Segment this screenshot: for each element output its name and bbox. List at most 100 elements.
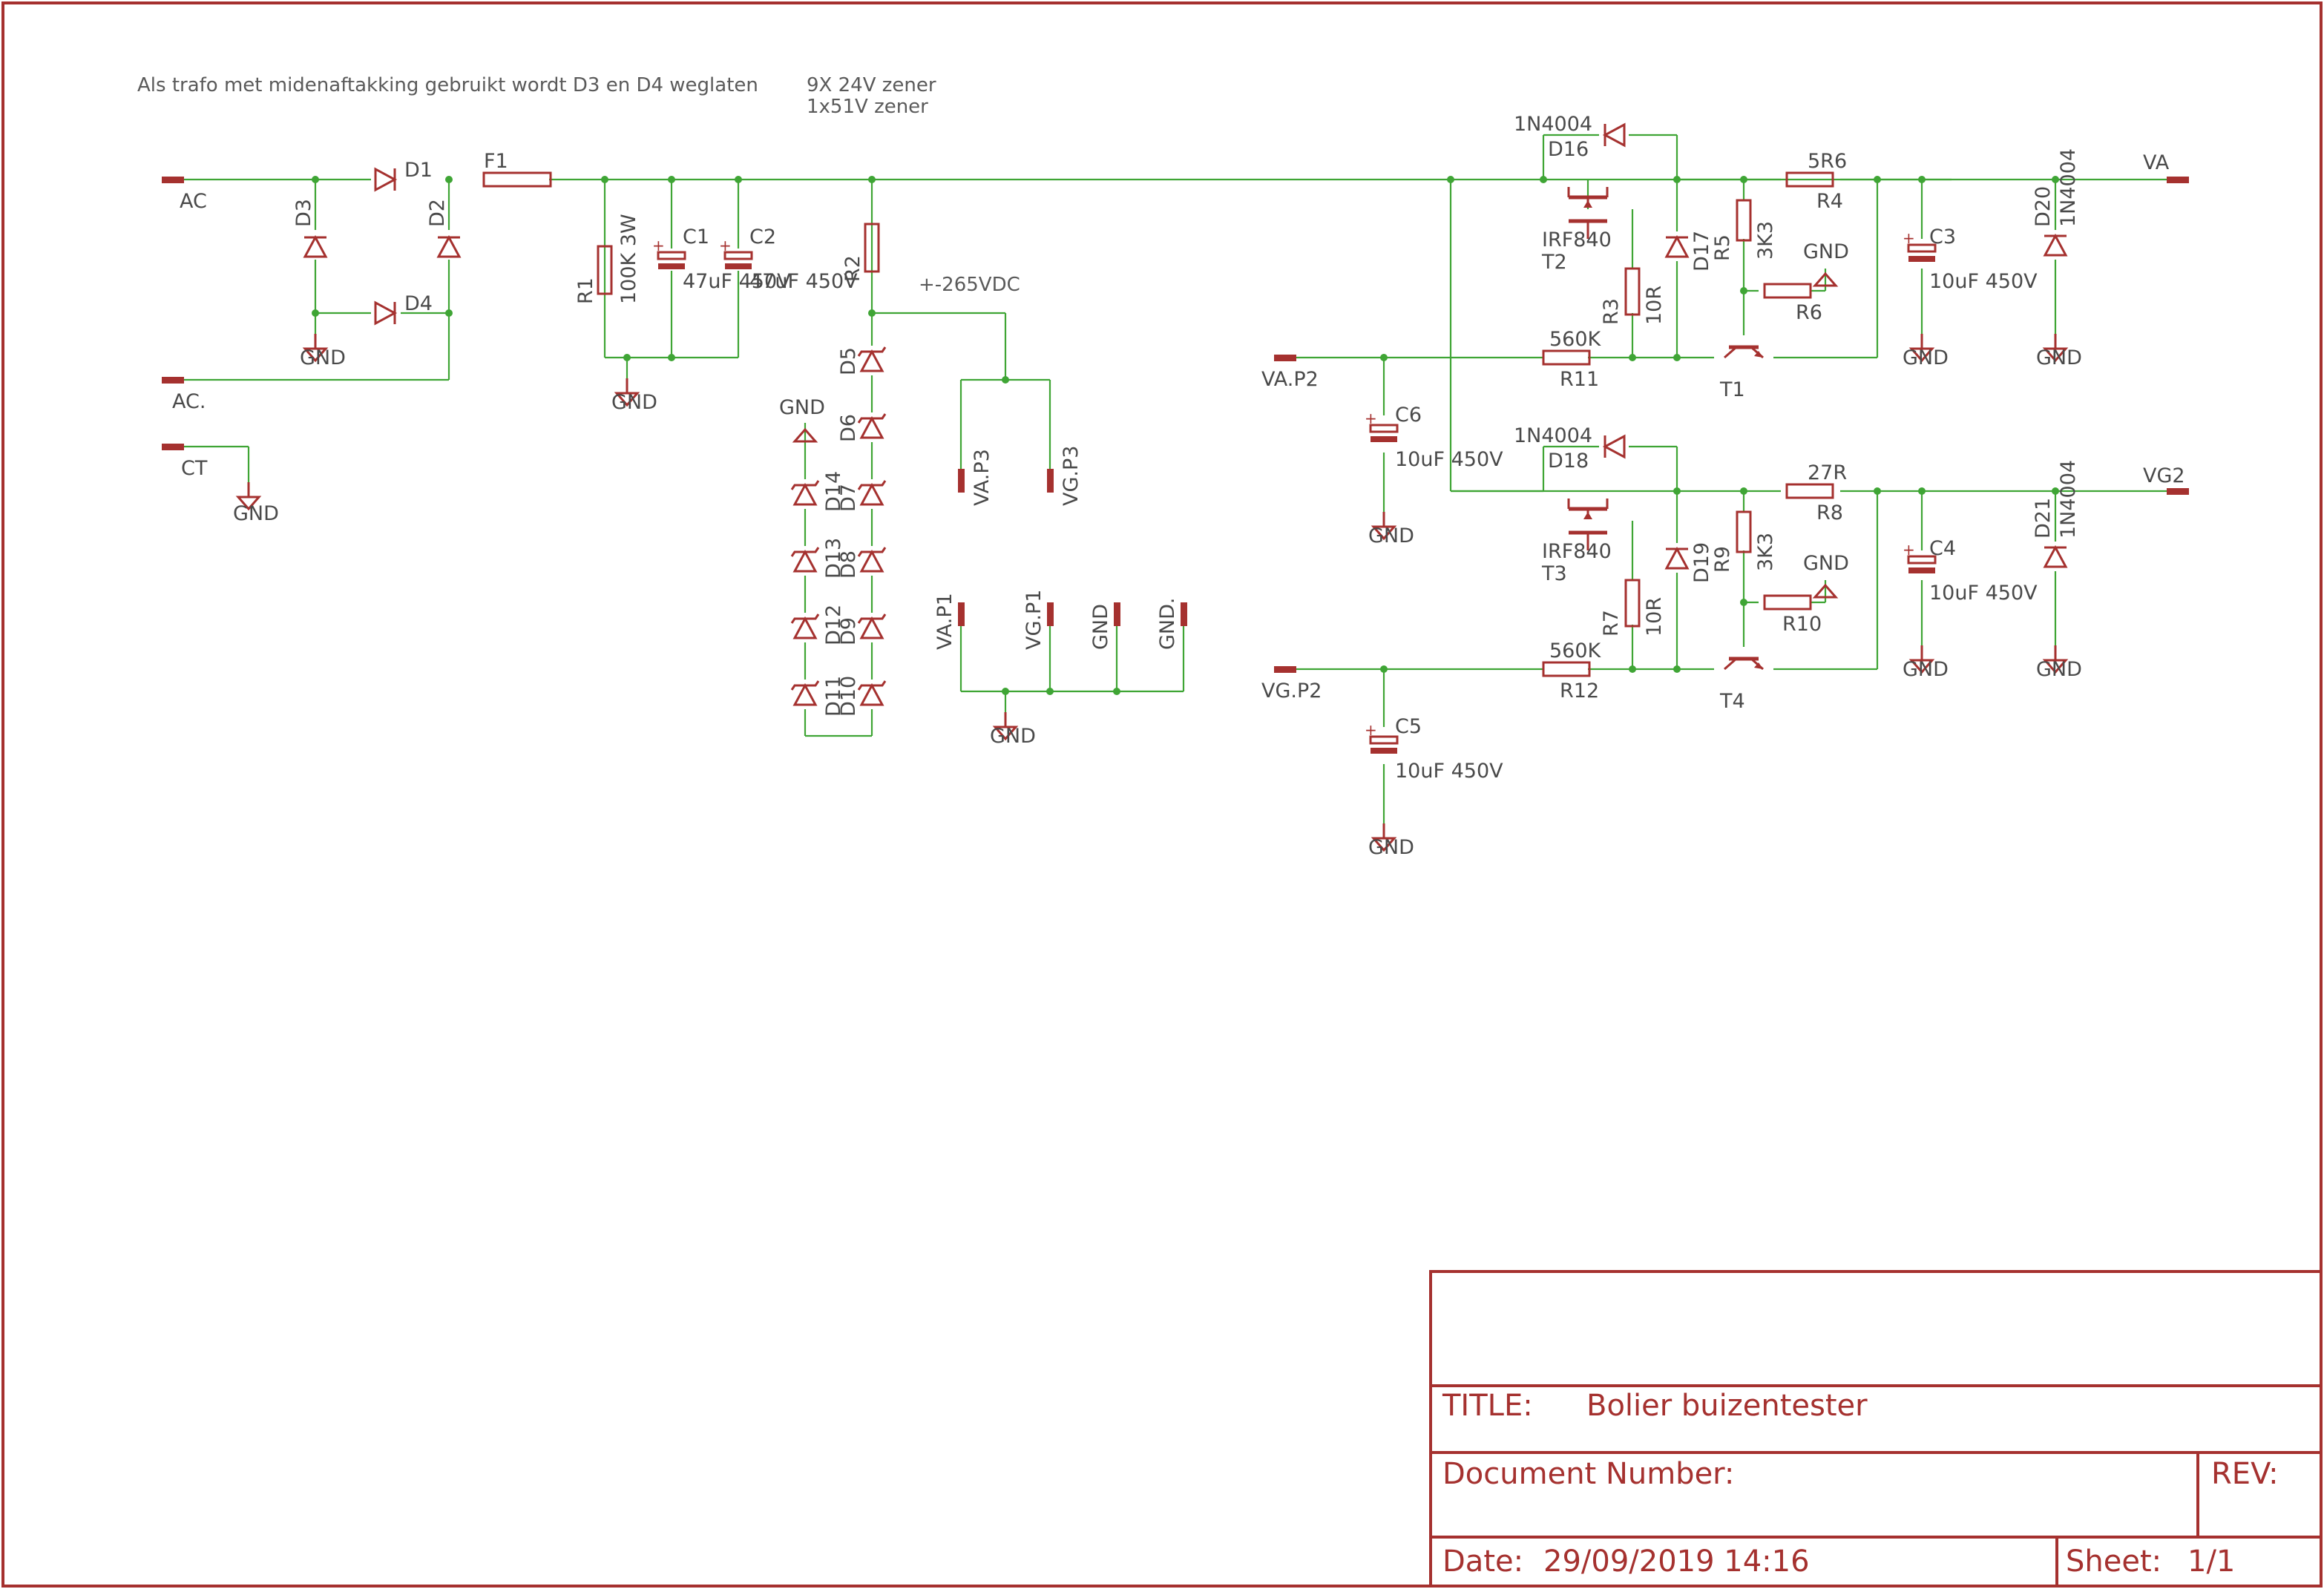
svg-text:1N4004: 1N4004 (1514, 113, 1592, 136)
port-vgp2[interactable]: VG.P2 (1261, 666, 1322, 703)
resistor-r12[interactable]: 560K R12 (1542, 639, 1602, 703)
diode-d3[interactable]: D3 (292, 199, 328, 260)
svg-text:R4: R4 (1816, 190, 1843, 213)
diode-d18[interactable]: 1N4004 D18 (1514, 424, 1629, 473)
gnd-label: GND (1803, 240, 1849, 263)
port-gnd-p1[interactable]: GND (1089, 602, 1120, 650)
fuse-f1[interactable]: F1 (482, 150, 552, 188)
svg-text:D12: D12 (822, 605, 845, 645)
svg-text:D21: D21 (2032, 498, 2055, 539)
gnd-label: GND (779, 396, 825, 419)
diode-d4[interactable]: D4 (371, 292, 433, 326)
svg-text:T4: T4 (1719, 690, 1745, 713)
resistor-r8[interactable]: 27R R8 (1785, 461, 1847, 524)
svg-text:10R: 10R (1643, 286, 1666, 325)
zener-d14[interactable]: D14 (790, 471, 845, 512)
svg-text:D16: D16 (1548, 138, 1589, 161)
svg-text:VA: VA (2143, 151, 2170, 174)
transistor-t1[interactable]: T1 (1719, 347, 1763, 401)
diode-d16[interactable]: 1N4004 D16 (1514, 113, 1629, 161)
svg-text:3K3: 3K3 (1754, 221, 1777, 260)
capacitor-c6[interactable]: C6 10uF 450V (1363, 404, 1503, 471)
capacitor-c3[interactable]: C3 10uF 450V (1901, 226, 2038, 293)
capacitor-c5[interactable]: C5 10uF 450V (1363, 715, 1503, 783)
svg-text:R9: R9 (1711, 546, 1734, 573)
svg-text:VA.P2: VA.P2 (1261, 368, 1319, 391)
zener-d11[interactable]: D11 (790, 676, 845, 717)
svg-text:D11: D11 (822, 676, 845, 717)
resistor-r2[interactable]: R2 (841, 223, 880, 282)
svg-text:R5: R5 (1711, 234, 1734, 261)
svg-text:C1: C1 (683, 226, 709, 249)
port-vgp3[interactable]: VG.P3 (1047, 446, 1083, 506)
svg-text:C6: C6 (1395, 404, 1422, 427)
svg-text:D13: D13 (822, 538, 845, 579)
port-ac[interactable]: AC (162, 177, 207, 213)
port-vap1[interactable]: VA.P1 (933, 593, 965, 650)
port-vap3[interactable]: VA.P3 (958, 449, 994, 506)
svg-text:VG.P1: VG.P1 (1023, 590, 1046, 650)
zener-d13[interactable]: D13 (790, 538, 845, 579)
svg-text:10uF 450V: 10uF 450V (1929, 270, 2038, 293)
zener-d6[interactable]: D6 (837, 412, 887, 442)
capacitor-c4[interactable]: C4 10uF 450V (1901, 537, 2038, 605)
gnd-label: GND (1903, 346, 1949, 369)
zener-d5[interactable]: D5 (837, 346, 887, 375)
svg-text:R12: R12 (1560, 680, 1599, 703)
gnd-label: GND (2036, 658, 2082, 681)
svg-text:R10: R10 (1782, 613, 1822, 636)
gnd-label: GND (2036, 346, 2082, 369)
svg-text:T3: T3 (1541, 562, 1567, 585)
svg-text:D2: D2 (426, 199, 449, 227)
svg-text:1N4004: 1N4004 (1514, 424, 1592, 447)
doc-number-label: Document Number: (1442, 1457, 1734, 1491)
note-zener-2: 1x51V zener (807, 96, 928, 118)
port-vap2[interactable]: VA.P2 (1261, 355, 1319, 391)
port-ac2[interactable]: AC. (162, 377, 206, 413)
svg-text:GND: GND (1089, 604, 1112, 650)
svg-text:R11: R11 (1560, 368, 1599, 391)
resistor-r1[interactable]: R1 100K 3W (574, 214, 640, 304)
transistor-t4[interactable]: T4 (1719, 659, 1763, 713)
note-voltage: +-265VDC (919, 274, 1020, 296)
svg-text:1N4004: 1N4004 (2057, 460, 2080, 539)
svg-text:10uF 450V: 10uF 450V (1395, 448, 1503, 471)
svg-text:C5: C5 (1395, 715, 1422, 738)
svg-text:T2: T2 (1541, 251, 1567, 274)
svg-text:D19: D19 (1690, 542, 1713, 583)
port-vg2[interactable]: VG2 (2143, 464, 2189, 495)
diode-d1[interactable]: D1 (371, 159, 433, 192)
port-gnd2-p1[interactable]: GND. (1156, 598, 1187, 651)
diode-d17[interactable]: D17 (1664, 231, 1713, 272)
svg-text:C2: C2 (749, 226, 776, 249)
port-ct[interactable]: CT (162, 444, 208, 480)
svg-text:C3: C3 (1929, 226, 1956, 249)
resistor-r11[interactable]: 560K R11 (1542, 328, 1602, 391)
gnd-label: GND (1903, 658, 1949, 681)
svg-text:1N4004: 1N4004 (2057, 148, 2080, 227)
title-label: TITLE: (1442, 1389, 1533, 1423)
port-va[interactable]: VA (2143, 151, 2189, 183)
svg-text:T1: T1 (1719, 378, 1745, 401)
svg-text:VA.P1: VA.P1 (933, 593, 956, 650)
diode-d2[interactable]: D2 (426, 199, 462, 260)
zener-d12[interactable]: D12 (790, 605, 845, 645)
mosfet-t3[interactable]: IRF840 T3 (1541, 499, 1612, 585)
svg-text:IRF840: IRF840 (1542, 540, 1612, 563)
svg-text:10R: 10R (1643, 597, 1666, 636)
svg-text:3K3: 3K3 (1754, 533, 1777, 571)
wires (182, 134, 2174, 823)
svg-text:560K: 560K (1549, 639, 1602, 662)
svg-text:VG.P3: VG.P3 (1060, 446, 1083, 506)
note-zener-1: 9X 24V zener (807, 74, 936, 96)
mosfet-t2[interactable]: IRF840 T2 (1541, 187, 1612, 274)
title-block: TITLE: Bolier buizentester Document Numb… (1429, 1270, 2323, 1588)
resistor-r4[interactable]: 5R6 R4 (1785, 150, 1847, 213)
svg-text:R6: R6 (1796, 301, 1822, 324)
diode-d19[interactable]: D19 (1664, 542, 1713, 583)
svg-text:5R6: 5R6 (1808, 150, 1847, 173)
gnd-label: GND (300, 346, 346, 369)
svg-text:10uF 450V: 10uF 450V (1929, 582, 2038, 605)
port-vgp1[interactable]: VG.P1 (1023, 590, 1054, 650)
svg-text:D6: D6 (837, 414, 860, 442)
